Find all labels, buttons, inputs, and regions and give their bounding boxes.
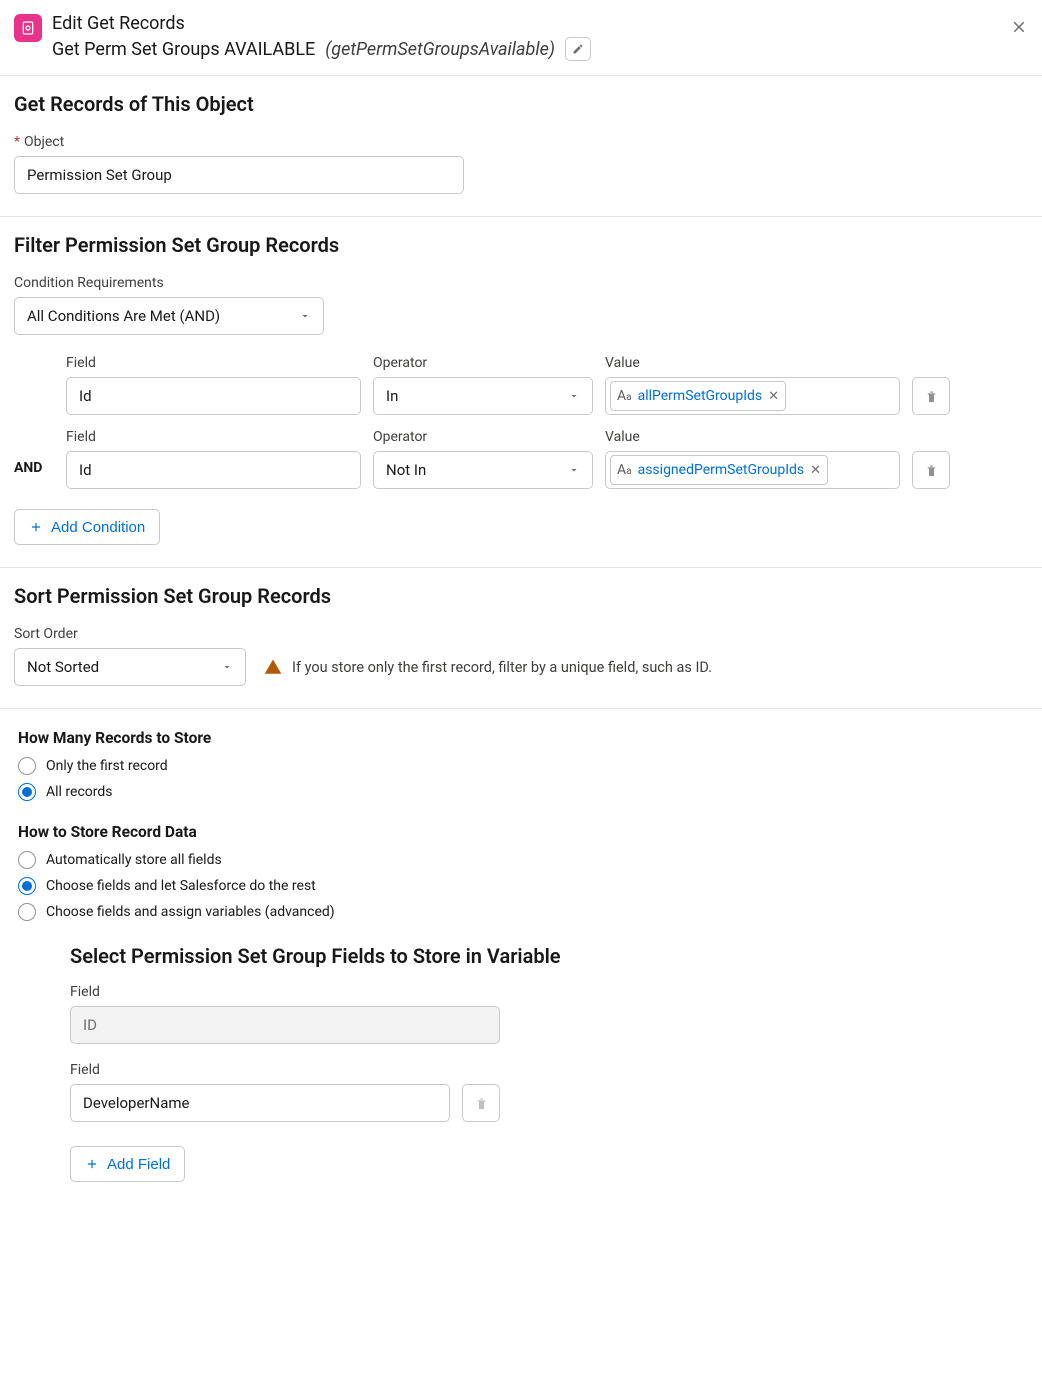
value-token[interactable]: Aa assignedPermSetGroupIds ✕ bbox=[610, 455, 828, 485]
modal-title: Edit Get Records bbox=[52, 12, 1026, 35]
chevron-down-icon bbox=[568, 464, 580, 476]
plus-icon bbox=[29, 520, 43, 534]
radio-icon bbox=[18, 877, 36, 895]
col-value-label: Value bbox=[605, 355, 900, 371]
radio-icon bbox=[18, 757, 36, 775]
col-operator-label: Operator bbox=[373, 355, 593, 371]
store-field-label: Field bbox=[70, 1062, 578, 1078]
text-type-icon: Aa bbox=[617, 462, 632, 478]
chevron-down-icon bbox=[299, 310, 311, 322]
warning-icon bbox=[264, 658, 282, 676]
and-label: AND bbox=[14, 442, 54, 476]
how-many-radio-group: Only the first record All records bbox=[18, 757, 1028, 801]
section-store: How Many Records to Store Only the first… bbox=[0, 709, 1042, 1212]
section-sort-title: Sort Permission Set Group Records bbox=[14, 584, 1028, 608]
value-token[interactable]: Aa allPermSetGroupIds ✕ bbox=[610, 381, 786, 411]
radio-choose-fields[interactable]: Choose fields and let Salesforce do the … bbox=[18, 877, 1028, 895]
col-operator-label: Operator bbox=[373, 429, 593, 445]
condition-operator-select[interactable]: In bbox=[373, 377, 593, 415]
delete-condition-button[interactable] bbox=[912, 377, 950, 415]
section-filter: Filter Permission Set Group Records Cond… bbox=[0, 217, 1042, 568]
condition-row: Field Id Operator In Value Aa allPermSet… bbox=[14, 355, 1028, 415]
radio-auto-store[interactable]: Automatically store all fields bbox=[18, 851, 1028, 869]
object-label: Object bbox=[14, 134, 1028, 150]
how-store-title: How to Store Record Data bbox=[18, 823, 1028, 841]
how-many-title: How Many Records to Store bbox=[18, 729, 1028, 747]
condition-requirements-select[interactable]: All Conditions Are Met (AND) bbox=[14, 297, 324, 335]
sort-warning: If you store only the first record, filt… bbox=[264, 658, 712, 676]
radio-only-first[interactable]: Only the first record bbox=[18, 757, 1028, 775]
remove-token-icon[interactable]: ✕ bbox=[768, 389, 779, 404]
remove-token-icon[interactable]: ✕ bbox=[810, 463, 821, 478]
condition-field-input[interactable]: Id bbox=[66, 451, 361, 489]
edit-name-button[interactable] bbox=[565, 37, 591, 61]
element-api-name: (getPermSetGroupsAvailable) bbox=[325, 38, 555, 61]
section-object-title: Get Records of This Object bbox=[14, 92, 1028, 116]
condition-value-input[interactable]: Aa assignedPermSetGroupIds ✕ bbox=[605, 451, 900, 489]
delete-field-button[interactable] bbox=[462, 1084, 500, 1122]
how-store-radio-group: Automatically store all fields Choose fi… bbox=[18, 851, 1028, 921]
condition-operator-select[interactable]: Not In bbox=[373, 451, 593, 489]
radio-icon bbox=[18, 903, 36, 921]
store-field-label: Field bbox=[70, 984, 578, 1000]
store-field-input-id: ID bbox=[70, 1006, 500, 1044]
text-type-icon: Aa bbox=[617, 388, 632, 404]
plus-icon bbox=[85, 1157, 99, 1171]
radio-all-records[interactable]: All records bbox=[18, 783, 1028, 801]
radio-icon bbox=[18, 783, 36, 801]
select-fields-title: Select Permission Set Group Fields to St… bbox=[70, 943, 578, 970]
object-input[interactable]: Permission Set Group bbox=[14, 156, 464, 194]
sort-order-select[interactable]: Not Sorted bbox=[14, 648, 246, 686]
condition-value-input[interactable]: Aa allPermSetGroupIds ✕ bbox=[605, 377, 900, 415]
condition-row: AND Field Id Operator Not In Value Aa as… bbox=[14, 429, 1028, 489]
chevron-down-icon bbox=[221, 661, 233, 673]
modal-header: Edit Get Records Get Perm Set Groups AVA… bbox=[0, 0, 1042, 76]
add-field-button[interactable]: Add Field bbox=[70, 1146, 185, 1182]
section-object: Get Records of This Object Object Permis… bbox=[0, 76, 1042, 217]
col-field-label: Field bbox=[66, 355, 361, 371]
get-records-icon bbox=[14, 14, 42, 42]
delete-condition-button[interactable] bbox=[912, 451, 950, 489]
col-value-label: Value bbox=[605, 429, 900, 445]
section-sort: Sort Permission Set Group Records Sort O… bbox=[0, 568, 1042, 709]
radio-choose-assign[interactable]: Choose fields and assign variables (adva… bbox=[18, 903, 1028, 921]
add-condition-button[interactable]: Add Condition bbox=[14, 509, 160, 545]
element-name: Get Perm Set Groups AVAILABLE bbox=[52, 38, 315, 61]
chevron-down-icon bbox=[568, 390, 580, 402]
section-filter-title: Filter Permission Set Group Records bbox=[14, 233, 1028, 257]
condition-field-input[interactable]: Id bbox=[66, 377, 361, 415]
close-icon[interactable] bbox=[1010, 18, 1028, 36]
col-field-label: Field bbox=[66, 429, 361, 445]
store-field-input[interactable]: DeveloperName bbox=[70, 1084, 450, 1122]
radio-icon bbox=[18, 851, 36, 869]
condition-requirements-label: Condition Requirements bbox=[14, 275, 1028, 291]
sort-order-label: Sort Order bbox=[14, 626, 1028, 642]
